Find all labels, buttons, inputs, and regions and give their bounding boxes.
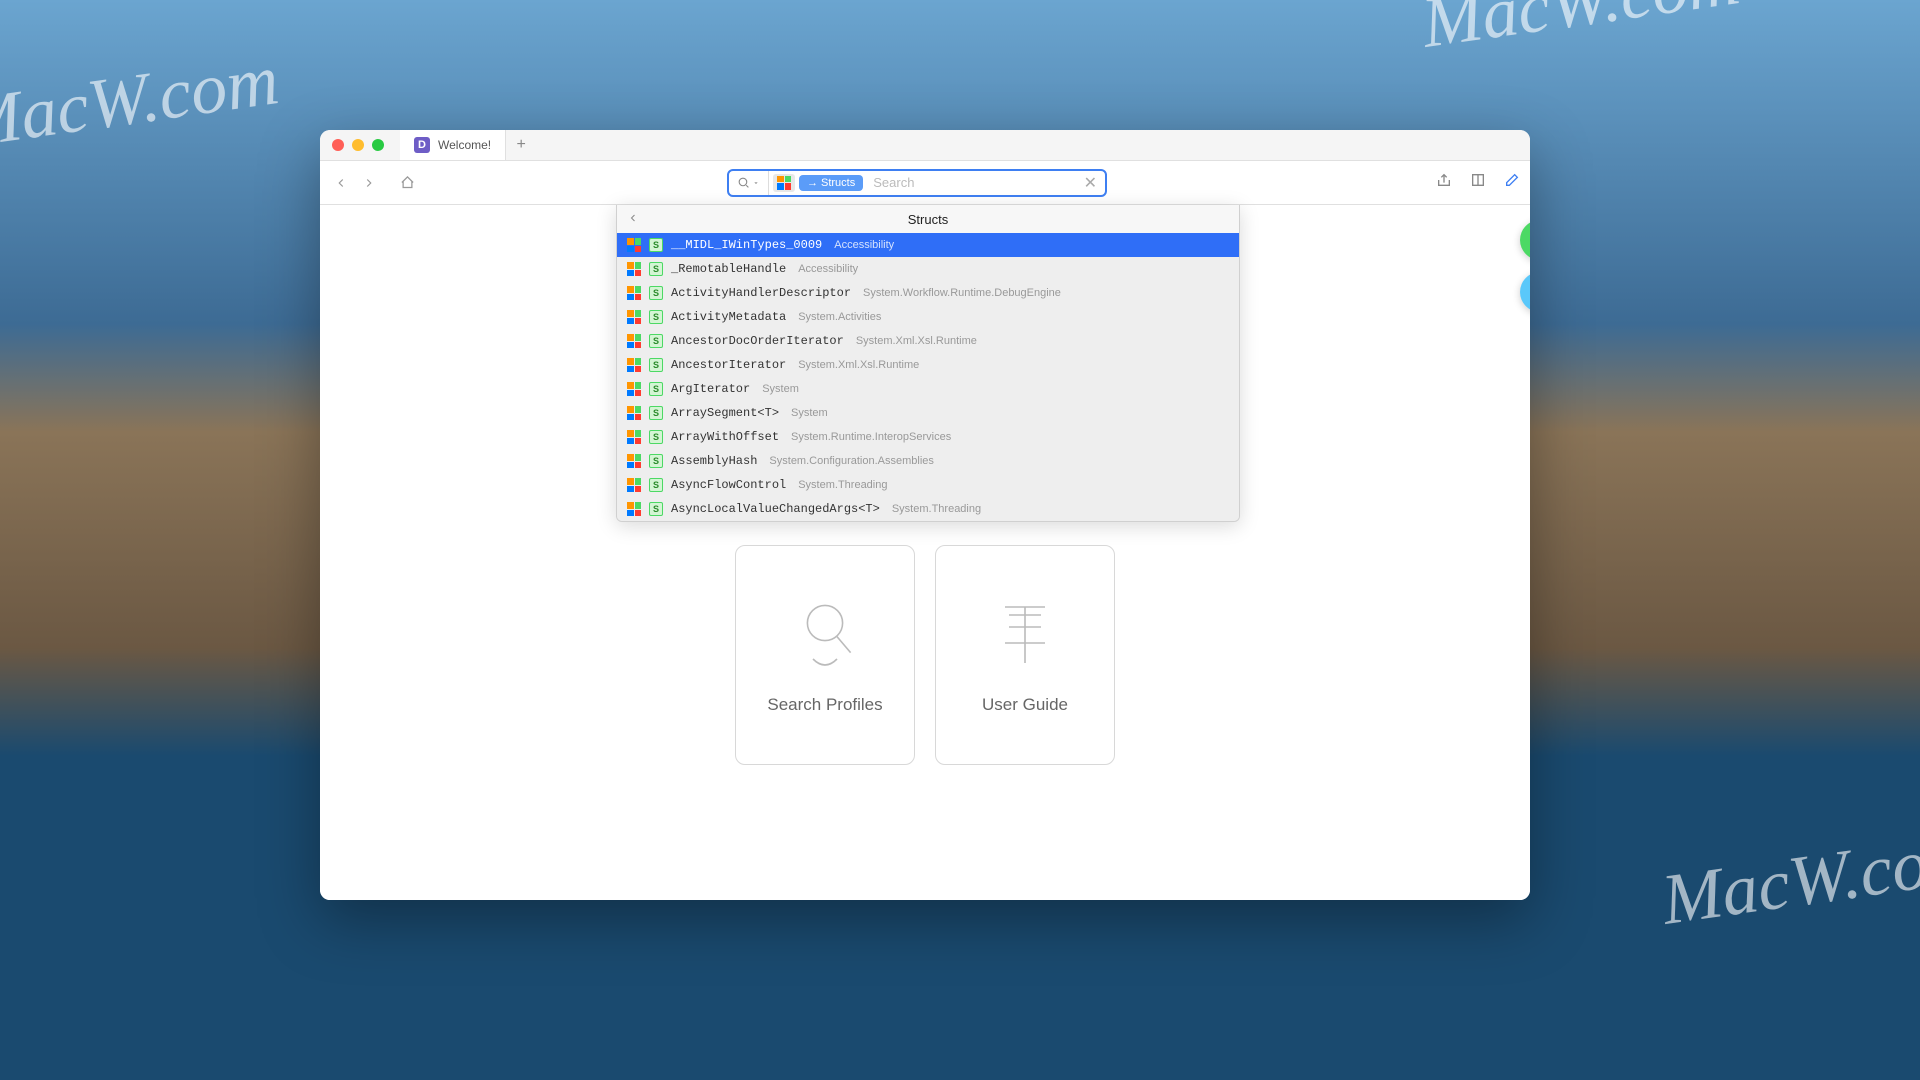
dropdown-item[interactable]: S AssemblyHash System.Configuration.Assemb… [617, 449, 1239, 473]
struct-icon: S [649, 502, 663, 516]
title-bar: D Welcome! + [320, 130, 1530, 161]
dropdown-item[interactable]: S ArraySegment<T> System [617, 401, 1239, 425]
struct-icon: S [649, 334, 663, 348]
card-label: Search Profiles [767, 695, 882, 715]
docset-icon [627, 334, 641, 348]
forward-button[interactable] [358, 172, 380, 194]
docset-icon [627, 262, 641, 276]
filter-label: Structs [821, 177, 855, 189]
edit-icon[interactable] [1504, 172, 1520, 193]
item-namespace: System.Activities [798, 311, 881, 323]
item-name: AsyncFlowControl [671, 478, 786, 492]
back-button[interactable] [330, 172, 352, 194]
item-namespace: System.Runtime.InteropServices [791, 431, 951, 443]
item-name: ArraySegment<T> [671, 406, 779, 420]
dropdown-title: Structs [908, 212, 948, 227]
docset-icon [627, 238, 641, 252]
struct-icon: S [649, 406, 663, 420]
item-namespace: System.Workflow.Runtime.DebugEngine [863, 287, 1061, 299]
app-window: D Welcome! + [320, 130, 1530, 900]
item-name: AncestorDocOrderIterator [671, 334, 844, 348]
item-name: __MIDL_IWinTypes_0009 [671, 238, 822, 252]
item-name: AssemblyHash [671, 454, 757, 468]
item-namespace: Accessibility [798, 263, 858, 275]
docset-icon [627, 382, 641, 396]
share-icon[interactable] [1436, 172, 1452, 193]
dropdown-back-button[interactable] [627, 212, 639, 227]
search-field[interactable]: → Structs ✕ [727, 169, 1107, 197]
floating-buttons: + [1520, 220, 1530, 312]
struct-icon: S [649, 358, 663, 372]
dropdown-item[interactable]: S AncestorDocOrderIterator System.Xml.Xsl.… [617, 329, 1239, 353]
docset-icon [627, 502, 641, 516]
item-name: AncestorIterator [671, 358, 786, 372]
struct-icon: S [649, 310, 663, 324]
docset-icon [627, 430, 641, 444]
card-label: User Guide [982, 695, 1068, 715]
dropdown-item[interactable]: S _RemotableHandle Accessibility [617, 257, 1239, 281]
docset-icon [627, 406, 641, 420]
item-namespace: System.Threading [892, 503, 981, 515]
struct-icon: S [649, 478, 663, 492]
search-dropdown: Structs S __MIDL_IWinTypes_0009 Accessibil… [616, 205, 1240, 522]
item-name: ArrayWithOffset [671, 430, 779, 444]
new-tab-button[interactable]: + [506, 130, 536, 160]
quick-cards: Search Profiles User Guide [735, 545, 1115, 765]
docset-icon [627, 310, 641, 324]
docset-icon [627, 454, 641, 468]
dropdown-item[interactable]: S ArgIterator System [617, 377, 1239, 401]
fab-support[interactable] [1520, 272, 1530, 312]
search-icon[interactable] [729, 171, 769, 195]
docset-icon [627, 358, 641, 372]
dropdown-item[interactable]: S ArrayWithOffset System.Runtime.InteropSe… [617, 425, 1239, 449]
dropdown-item[interactable]: S __MIDL_IWinTypes_0009 Accessibility [617, 233, 1239, 257]
item-namespace: System [762, 383, 799, 395]
struct-icon: S [649, 382, 663, 396]
dropdown-item[interactable]: S AsyncFlowControl System.Threading [617, 473, 1239, 497]
search-input[interactable] [867, 171, 1075, 195]
dropdown-item[interactable]: S ActivityHandlerDescriptor System.Workflo… [617, 281, 1239, 305]
dropdown-item[interactable]: S ActivityMetadata System.Activities [617, 305, 1239, 329]
clear-search-button[interactable]: ✕ [1076, 173, 1105, 193]
bookmark-icon[interactable] [1470, 172, 1486, 193]
item-name: ArgIterator [671, 382, 750, 396]
item-namespace: System.Xml.Xsl.Runtime [856, 335, 977, 347]
item-name: _RemotableHandle [671, 262, 786, 276]
docset-icon [627, 478, 641, 492]
item-namespace: System.Configuration.Assemblies [769, 455, 933, 467]
toolbar: → Structs ✕ [320, 161, 1530, 205]
traffic-lights [332, 139, 384, 151]
dropdown-item[interactable]: S AsyncLocalValueChangedArgs<T> System.Thr… [617, 497, 1239, 521]
filter-grid-icon[interactable] [773, 174, 795, 192]
filter-structs-pill[interactable]: → Structs [799, 175, 863, 191]
tab-title: Welcome! [438, 138, 491, 152]
docset-icon [627, 286, 641, 300]
dropdown-header: Structs [617, 205, 1239, 233]
item-namespace: System [791, 407, 828, 419]
minimize-button[interactable] [352, 139, 364, 151]
home-button[interactable] [396, 172, 418, 194]
dropdown-list: S __MIDL_IWinTypes_0009 Accessibility S _Rem… [617, 233, 1239, 521]
content-area: Search Profiles User Guide Structs S __MI… [320, 205, 1530, 900]
struct-icon: S [649, 238, 663, 252]
tab-app-icon: D [414, 137, 430, 153]
item-name: ActivityMetadata [671, 310, 786, 324]
card-user-guide[interactable]: User Guide [935, 545, 1115, 765]
struct-icon: S [649, 286, 663, 300]
card-search-profiles[interactable]: Search Profiles [735, 545, 915, 765]
close-button[interactable] [332, 139, 344, 151]
tab-bar: D Welcome! + [400, 130, 536, 160]
struct-icon: S [649, 454, 663, 468]
item-namespace: Accessibility [834, 239, 894, 251]
dropdown-item[interactable]: S AncestorIterator System.Xml.Xsl.Runtime [617, 353, 1239, 377]
item-namespace: System.Xml.Xsl.Runtime [798, 359, 919, 371]
item-namespace: System.Threading [798, 479, 887, 491]
struct-icon: S [649, 262, 663, 276]
item-name: AsyncLocalValueChangedArgs<T> [671, 502, 880, 516]
struct-icon: S [649, 430, 663, 444]
tab-welcome[interactable]: D Welcome! [400, 130, 506, 160]
item-name: ActivityHandlerDescriptor [671, 286, 851, 300]
fab-add[interactable]: + [1520, 220, 1530, 260]
maximize-button[interactable] [372, 139, 384, 151]
